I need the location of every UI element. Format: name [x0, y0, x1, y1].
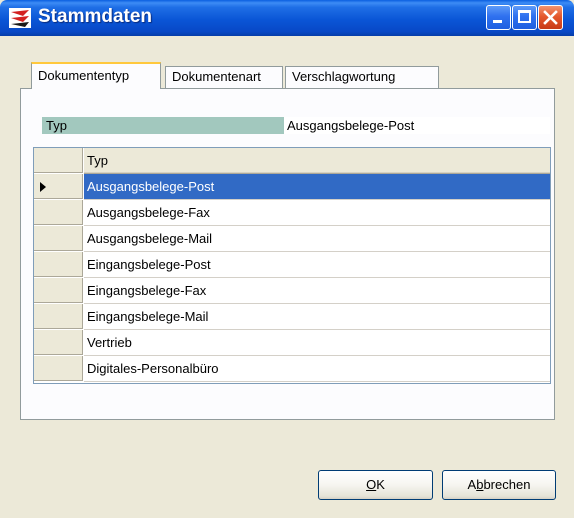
table-row[interactable]: Digitales-Personalbüro	[34, 356, 550, 382]
row-indicator[interactable]	[34, 330, 84, 356]
maximize-button[interactable]	[512, 5, 537, 30]
app-logo-icon	[9, 8, 31, 28]
ok-mnemonic: O	[366, 477, 377, 492]
table-row[interactable]: Eingangsbelege-Mail	[34, 304, 550, 330]
table-row[interactable]: Eingangsbelege-Fax	[34, 278, 550, 304]
table-cell[interactable]: Ausgangsbelege-Fax	[84, 200, 550, 226]
row-indicator[interactable]	[34, 174, 84, 200]
cancel-label-rest: brechen	[483, 477, 531, 492]
table-cell[interactable]: Eingangsbelege-Mail	[84, 304, 550, 330]
ok-button[interactable]: OK	[318, 470, 433, 500]
table-cell[interactable]: Ausgangsbelege-Post	[84, 174, 550, 200]
row-indicator[interactable]	[34, 226, 84, 252]
table-cell[interactable]: Vertrieb	[84, 330, 550, 356]
typ-field-label: Typ	[42, 117, 284, 134]
row-indicator[interactable]	[34, 304, 84, 330]
tab-verschlagwortung[interactable]: Verschlagwortung	[285, 66, 439, 88]
table-cell[interactable]: Eingangsbelege-Post	[84, 252, 550, 278]
typ-grid[interactable]: Typ Ausgangsbelege-Post Ausgangsbelege-F…	[33, 147, 551, 384]
stammdaten-window: Stammdaten Dokumententyp Dokumentenart V…	[0, 0, 574, 518]
minimize-icon	[493, 20, 502, 23]
title-bar[interactable]: Stammdaten	[0, 0, 574, 36]
table-row[interactable]: Ausgangsbelege-Post	[34, 174, 550, 200]
table-row[interactable]: Eingangsbelege-Post	[34, 252, 550, 278]
row-indicator[interactable]	[34, 252, 84, 278]
window-title: Stammdaten	[38, 6, 153, 27]
table-row[interactable]: Ausgangsbelege-Fax	[34, 200, 550, 226]
table-row[interactable]: Ausgangsbelege-Mail	[34, 226, 550, 252]
current-row-arrow-icon	[40, 182, 46, 192]
close-button[interactable]	[538, 5, 563, 30]
row-indicator[interactable]	[34, 356, 84, 382]
row-indicator[interactable]	[34, 200, 84, 226]
typ-field-value[interactable]: Ausgangsbelege-Post	[284, 117, 550, 134]
table-cell[interactable]: Ausgangsbelege-Mail	[84, 226, 550, 252]
minimize-button[interactable]	[486, 5, 511, 30]
cancel-label-pre: A	[467, 477, 477, 492]
table-cell[interactable]: Eingangsbelege-Fax	[84, 278, 550, 304]
row-indicator[interactable]	[34, 278, 84, 304]
close-icon	[543, 10, 558, 25]
cancel-button[interactable]: Abbrechen	[442, 470, 556, 500]
table-cell[interactable]: Digitales-Personalbüro	[84, 356, 550, 382]
grid-corner	[34, 148, 84, 174]
maximize-icon	[518, 10, 531, 23]
table-row[interactable]: Vertrieb	[34, 330, 550, 356]
column-header-typ[interactable]: Typ	[84, 148, 550, 174]
grid-header-row: Typ	[34, 148, 550, 174]
tab-dokumentenart[interactable]: Dokumentenart	[165, 66, 283, 88]
tab-dokumententyp[interactable]: Dokumententyp	[31, 62, 161, 89]
ok-label-rest: K	[376, 477, 385, 492]
